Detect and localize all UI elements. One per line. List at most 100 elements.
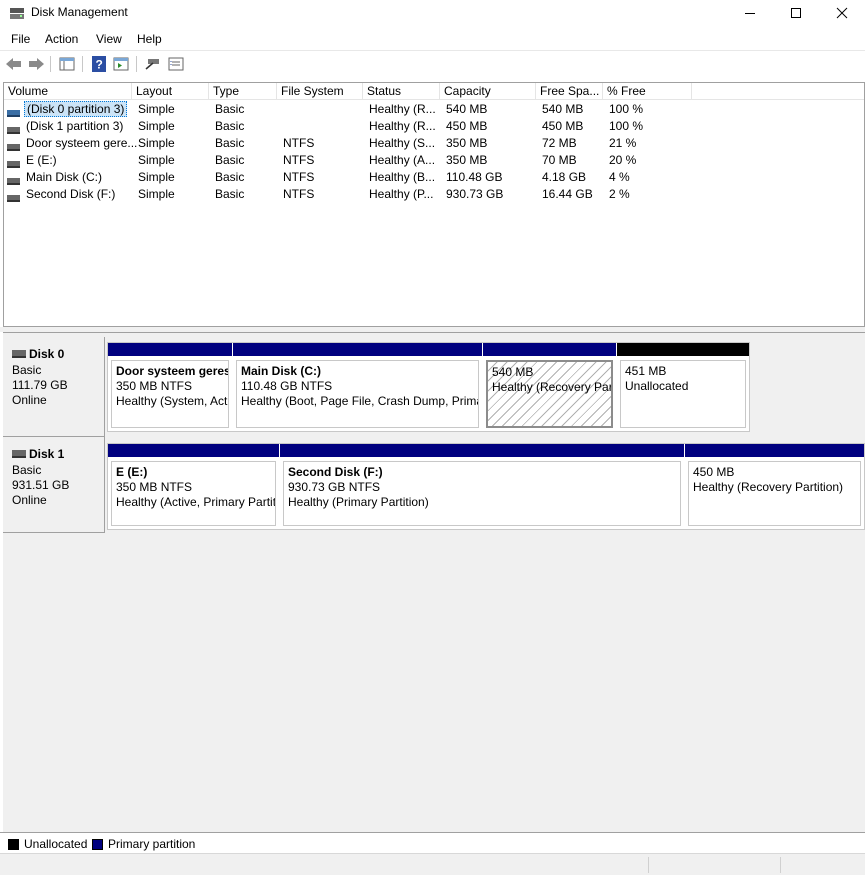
legend: Unallocated Primary partition	[0, 832, 865, 852]
toolbar: ?	[0, 51, 865, 79]
primary-partition-bar	[280, 444, 684, 457]
disk-type: Basic	[12, 363, 42, 377]
volume-free-space: 72 MB	[542, 136, 577, 150]
volume-list-header: Volume Layout Type File System Status Ca…	[4, 83, 864, 100]
volume-row[interactable]: (Disk 0 partition 3) Simple Basic Health…	[4, 101, 864, 118]
volume-file-system: NTFS	[283, 136, 315, 150]
partition-box: Second Disk (F:) 930.73 GB NTFS Healthy …	[283, 461, 681, 526]
volume-row[interactable]: (Disk 1 partition 3) Simple Basic Health…	[4, 118, 864, 135]
volume-icon	[7, 123, 20, 134]
column-header-free-space[interactable]: Free Spa...	[536, 83, 603, 100]
volume-percent-free: 21 %	[609, 136, 637, 150]
menu-file[interactable]: File	[11, 32, 30, 46]
disk-graphical-view: Disk 0 Basic 111.79 GB Online Door syste…	[3, 332, 865, 832]
column-header-status[interactable]: Status	[363, 83, 440, 100]
title-bar: Disk Management	[0, 0, 865, 26]
column-header-capacity[interactable]: Capacity	[440, 83, 536, 100]
partition-status: Unallocated	[625, 379, 689, 393]
disk-partitions: Door systeem geresei 350 MB NTFS Healthy…	[107, 342, 750, 432]
forward-arrow-icon[interactable]	[26, 55, 46, 73]
partition-size: 350 MB NTFS	[116, 480, 193, 494]
menu-action[interactable]: Action	[45, 32, 78, 46]
partition-box: 540 MB Healthy (Recovery Parti	[486, 360, 613, 428]
partition[interactable]: 450 MB Healthy (Recovery Partition)	[685, 444, 864, 529]
connect-disk-icon[interactable]	[143, 55, 163, 73]
volume-row[interactable]: Door systeem gere... Simple Basic NTFS H…	[4, 135, 864, 152]
volume-percent-free: 100 %	[609, 102, 644, 116]
close-button[interactable]	[819, 0, 865, 26]
volume-icon	[7, 140, 20, 151]
legend-label: Unallocated	[24, 837, 88, 851]
partition-status: Healthy (Recovery Parti	[492, 380, 611, 394]
menu-view[interactable]: View	[96, 32, 122, 46]
partition[interactable]: Door systeem geresei 350 MB NTFS Healthy…	[108, 343, 232, 431]
help-icon[interactable]: ?	[89, 55, 109, 73]
volume-row[interactable]: Main Disk (C:) Simple Basic NTFS Healthy…	[4, 169, 864, 186]
volume-type: Basic	[215, 102, 245, 116]
disk-info[interactable]: Disk 0 Basic 111.79 GB Online	[3, 337, 105, 437]
volume-status: Healthy (R...	[369, 119, 436, 133]
disk-row: Disk 1 Basic 931.51 GB Online E (E:) 350…	[3, 437, 865, 533]
column-header-type[interactable]: Type	[209, 83, 277, 100]
volume-percent-free: 20 %	[609, 153, 637, 167]
volume-type: Basic	[215, 170, 245, 184]
disk-size: 111.79 GB	[12, 378, 68, 392]
partition-size: 930.73 GB NTFS	[288, 480, 381, 494]
volume-row[interactable]: Second Disk (F:) Simple Basic NTFS Healt…	[4, 186, 864, 203]
volume-file-system: NTFS	[283, 170, 315, 184]
column-header-file-system[interactable]: File System	[277, 83, 363, 100]
volume-layout: Simple	[138, 119, 175, 133]
disk-info[interactable]: Disk 1 Basic 931.51 GB Online	[3, 437, 105, 533]
volume-icon	[7, 106, 20, 117]
partition[interactable]: E (E:) 350 MB NTFS Healthy (Active, Prim…	[108, 444, 279, 529]
volume-row[interactable]: E (E:) Simple Basic NTFS Healthy (A... 3…	[4, 152, 864, 169]
disk-partitions: E (E:) 350 MB NTFS Healthy (Active, Prim…	[107, 443, 865, 530]
column-header-layout[interactable]: Layout	[132, 83, 209, 100]
back-arrow-icon[interactable]	[4, 55, 24, 73]
console-tree-icon[interactable]	[57, 55, 77, 73]
volume-type: Basic	[215, 119, 245, 133]
primary-partition-bar	[108, 444, 279, 457]
volume-list: Volume Layout Type File System Status Ca…	[3, 82, 865, 327]
disk-title: Disk 0	[12, 347, 104, 361]
partition[interactable]: Main Disk (C:) 110.48 GB NTFS Healthy (B…	[233, 343, 482, 431]
volume-icon	[7, 174, 20, 185]
volume-status: Healthy (B...	[369, 170, 436, 184]
action-pane-icon[interactable]	[111, 55, 131, 73]
partition-selected[interactable]: 540 MB Healthy (Recovery Parti	[483, 343, 616, 431]
volume-layout: Simple	[138, 102, 175, 116]
volume-layout: Simple	[138, 153, 175, 167]
menu-help[interactable]: Help	[137, 32, 162, 46]
partition-title: Second Disk (F:)	[288, 465, 383, 479]
column-header-volume[interactable]: Volume	[4, 83, 132, 100]
disk-size: 931.51 GB	[12, 478, 70, 492]
partition[interactable]: Second Disk (F:) 930.73 GB NTFS Healthy …	[280, 444, 684, 529]
volume-name: Door systeem gere...	[26, 136, 138, 150]
partition-box: Door systeem geresei 350 MB NTFS Healthy…	[111, 360, 229, 428]
window-title: Disk Management	[31, 5, 128, 19]
column-header-percent-free[interactable]: % Free	[603, 83, 692, 100]
volume-capacity: 350 MB	[446, 136, 488, 150]
volume-capacity: 540 MB	[446, 102, 488, 116]
primary-partition-bar	[233, 343, 482, 356]
volume-file-system: NTFS	[283, 153, 315, 167]
partition-size: 540 MB	[492, 365, 534, 379]
volume-free-space: 70 MB	[542, 153, 577, 167]
volume-layout: Simple	[138, 187, 175, 201]
volume-capacity: 350 MB	[446, 153, 488, 167]
properties-icon[interactable]	[166, 55, 186, 73]
partition-status: Healthy (Primary Partition)	[288, 495, 429, 509]
volume-free-space: 540 MB	[542, 102, 584, 116]
legend-label: Primary partition	[108, 837, 196, 851]
volume-name: (Disk 0 partition 3)	[24, 101, 128, 117]
partition-status: Healthy (System, Acti	[116, 394, 228, 408]
svg-text:?: ?	[96, 58, 103, 72]
minimize-button[interactable]	[727, 0, 773, 26]
disk-management-app-icon	[9, 6, 25, 20]
status-pane	[648, 857, 649, 873]
partition-unallocated[interactable]: 451 MB Unallocated	[617, 343, 749, 431]
maximize-button[interactable]	[773, 0, 819, 26]
partition-title: E (E:)	[116, 465, 148, 479]
volume-status: Healthy (A...	[369, 153, 436, 167]
volume-capacity: 930.73 GB	[446, 187, 504, 201]
